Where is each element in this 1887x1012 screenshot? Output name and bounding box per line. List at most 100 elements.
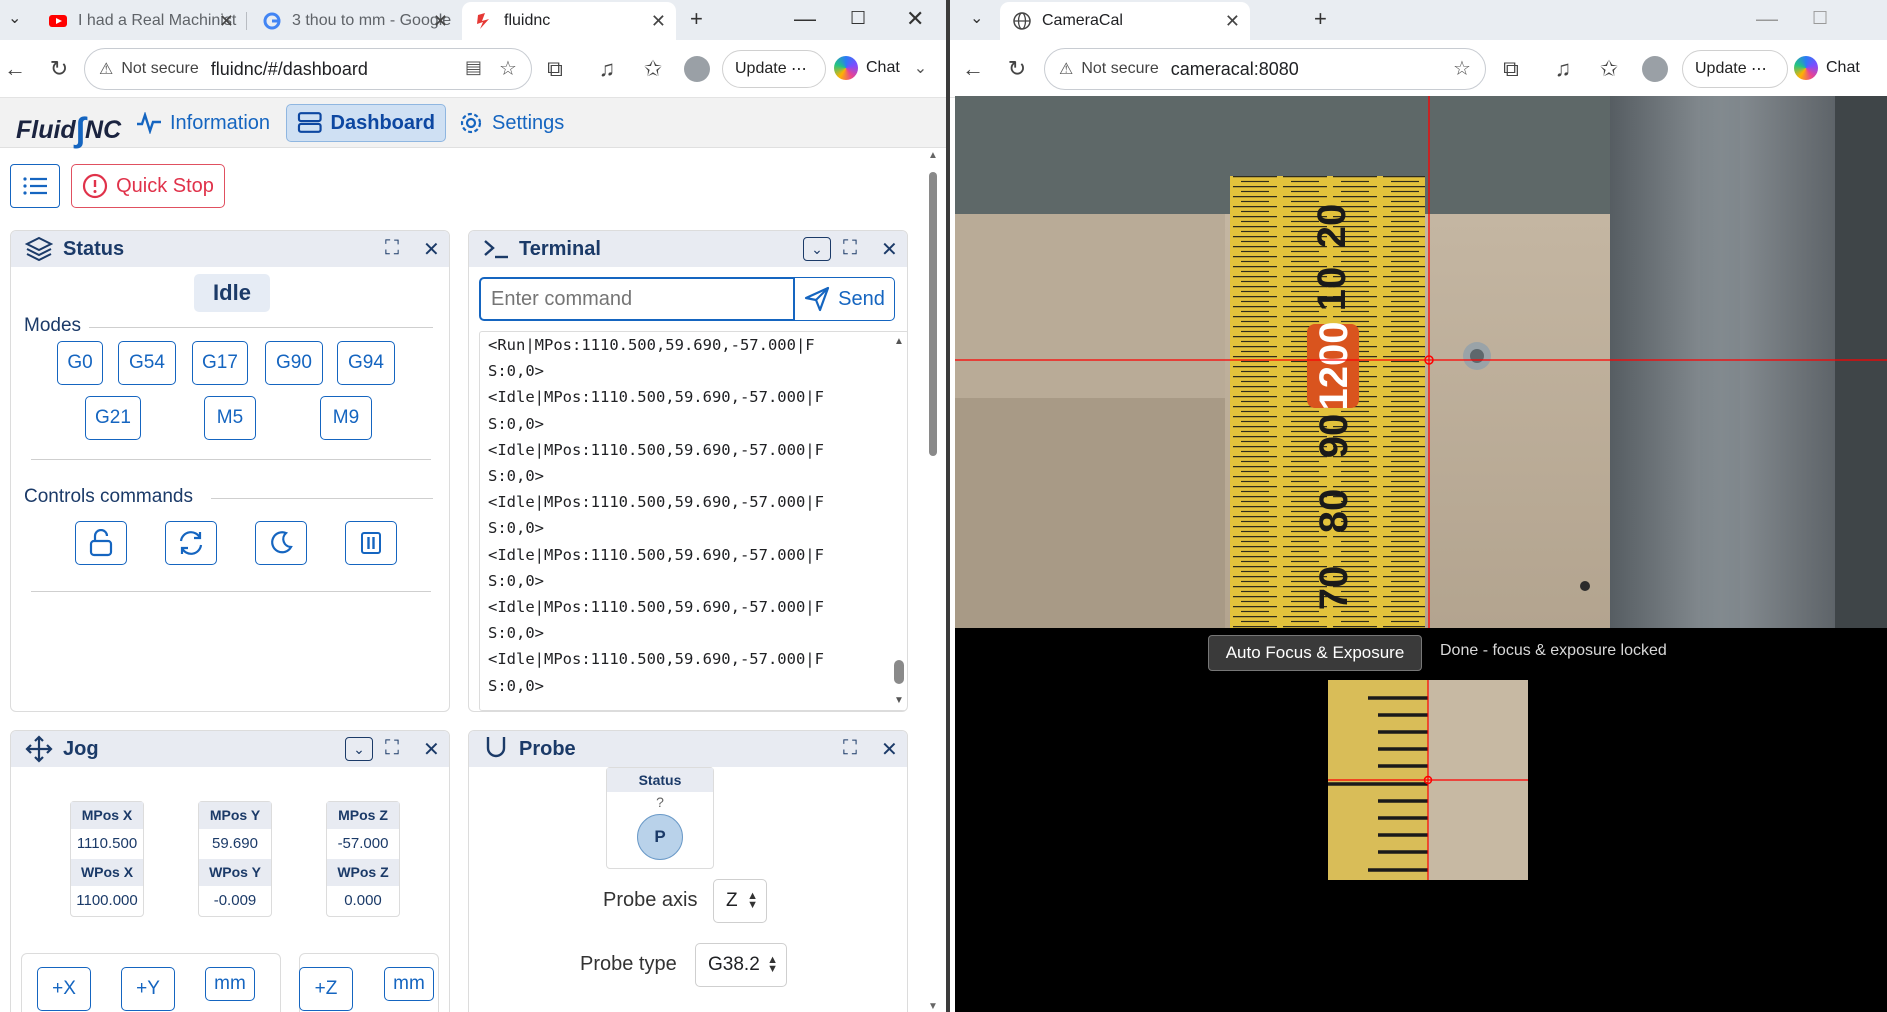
expand-icon[interactable]: ⛶ [385,237,399,260]
favorites-icon[interactable]: ✩ [1596,56,1622,82]
probe-type-select[interactable]: G38.2 ▲ ▼ [695,943,787,987]
mode-g17[interactable]: G17 [192,341,248,385]
url-field[interactable]: ⚠ Not secure cameracal:8080 ☆ [1044,48,1486,90]
close-panel-icon[interactable]: ✕ [881,237,898,262]
terminal-line: S:0,0> [488,362,544,381]
nav-dashboard[interactable]: Dashboard [286,104,446,142]
jog-z-unit-button[interactable]: mm [384,967,434,1001]
favorite-star-icon[interactable]: ☆ [1453,56,1471,81]
reload-icon[interactable]: ↻ [1004,56,1030,82]
tab-search-chevron-icon[interactable]: ⌄ [970,8,983,28]
mode-g21[interactable]: G21 [85,396,141,440]
unlock-button[interactable] [75,521,127,565]
tape-number: 80 [1312,489,1356,534]
terminal-line: <Idle|MPos:1110.500,59.690,-57.000|F [488,650,824,669]
mode-g54[interactable]: G54 [118,341,176,385]
position-y: MPos Y 59.690 WPos Y -0.009 [198,801,272,917]
profile-avatar[interactable] [1642,56,1668,82]
tab-cameracal[interactable]: CameraCal ✕ [1000,2,1250,40]
reload-icon[interactable]: ↻ [46,56,72,82]
close-panel-icon[interactable]: ✕ [423,237,440,262]
extensions-icon[interactable]: ⧉ [542,56,568,82]
pause-button[interactable] [345,521,397,565]
jog-panel-header: Jog [11,731,449,767]
tab-google[interactable]: 3 thou to mm - Google ✕ [250,2,458,40]
media-icon[interactable]: ♫ [1550,56,1576,82]
gear-icon [460,112,482,134]
camera-frame-image: 20 10 1200 90 80 70 [955,96,1887,628]
probe-axis-select[interactable]: Z ▲ ▼ [713,879,767,923]
unlock-icon [89,529,113,557]
terminal-line: <Idle|MPos:1110.500,59.690,-57.000|F [488,493,824,512]
profile-avatar[interactable] [684,56,710,82]
jog-xy-unit-button[interactable]: mm [205,967,255,1001]
update-button[interactable]: Update ⋯ [1682,50,1788,88]
maximize-icon[interactable]: ☐ [1812,8,1828,29]
tab-youtube[interactable]: I had a Real Machinist ✕ [36,2,244,40]
position-z: MPos Z -57.000 WPos Z 0.000 [326,801,400,917]
favorite-star-icon[interactable]: ☆ [499,56,517,81]
mode-g94[interactable]: G94 [337,341,395,385]
mode-g90[interactable]: G90 [265,341,323,385]
close-icon[interactable]: ✕ [219,11,234,32]
copilot-chat-button[interactable]: Chat [1794,56,1860,80]
expand-icon[interactable]: ⛶ [843,737,857,760]
minimize-icon[interactable]: — [1756,6,1778,32]
tab-search-chevron-icon[interactable]: ⌄ [8,8,21,28]
extensions-icon[interactable]: ⧉ [1498,56,1524,82]
favorites-icon[interactable]: ✩ [640,56,666,82]
youtube-icon [49,15,67,27]
collapse-chevron-icon[interactable]: ⌄ [345,737,373,761]
activity-icon [137,112,161,134]
close-icon[interactable]: ✕ [1225,11,1240,32]
back-icon[interactable]: ← [960,56,986,82]
minimize-icon[interactable]: — [794,6,816,32]
close-icon[interactable]: ✕ [433,11,448,32]
terminal-line: S:0,0> [488,624,544,643]
window-close-icon[interactable]: ✕ [906,6,924,32]
send-button[interactable]: Send [794,277,895,321]
sleep-button[interactable] [255,521,307,565]
mode-m5[interactable]: M5 [204,396,256,440]
expand-icon[interactable]: ⛶ [843,237,857,260]
reset-button[interactable] [165,521,217,565]
nav-information[interactable]: Information [126,104,280,142]
tape-number-highlight: 1200 [1312,322,1356,411]
tab-fluidnc[interactable]: fluidnc ✕ [462,2,676,40]
quick-stop-button[interactable]: Quick Stop [71,164,225,208]
close-panel-icon[interactable]: ✕ [423,737,440,762]
command-input[interactable] [479,277,795,321]
url-field[interactable]: ⚠ Not secure fluidnc/#/dashboard ▤ ☆ [84,48,532,90]
terminal-output[interactable]: <Run|MPos:1110.500,59.690,-57.000|F S:0,… [479,331,907,711]
collapse-chevron-icon[interactable]: ⌄ [803,237,831,261]
nav-settings[interactable]: Settings [448,104,574,142]
close-icon[interactable]: ✕ [651,11,666,32]
probe-status-label: Status [607,768,713,792]
menu-list-button[interactable] [10,164,60,208]
address-bar: ← ↻ ⚠ Not secure fluidnc/#/dashboard ▤ ☆… [0,40,946,98]
jog-plus-x-button[interactable]: +X [37,967,91,1011]
close-panel-icon[interactable]: ✕ [881,737,898,762]
pause-icon [361,532,381,554]
jog-plus-y-button[interactable]: +Y [121,967,175,1011]
page-scrollbar[interactable]: ▲ ▼ [925,150,941,1012]
jog-plus-z-button[interactable]: +Z [299,967,353,1011]
reader-mode-icon[interactable]: ▤ [465,57,482,78]
new-tab-icon[interactable]: + [1314,6,1327,32]
media-icon[interactable]: ♫ [594,56,620,82]
back-icon[interactable]: ← [2,56,28,82]
mode-m9[interactable]: M9 [320,396,372,440]
copilot-icon [834,56,858,80]
maximize-icon[interactable]: ☐ [850,8,866,29]
new-tab-icon[interactable]: + [690,6,703,32]
terminal-panel: Terminal ⌄ ⛶ ✕ Send <Run|MPos:1110.500,5… [468,230,908,712]
copilot-chat-button[interactable]: Chat ⌄ [834,56,927,80]
camera-feed[interactable]: 20 10 1200 90 80 70 [955,96,1887,628]
tape-number: 10 [1310,267,1354,312]
terminal-scrollbar[interactable]: ▲ ▼ [892,332,906,710]
auto-focus-exposure-button[interactable]: Auto Focus & Exposure [1208,635,1422,671]
expand-icon[interactable]: ⛶ [385,737,399,760]
mode-g0[interactable]: G0 [57,341,103,385]
machine-state-badge: Idle [194,274,270,312]
update-button[interactable]: Update ⋯ [722,50,826,88]
